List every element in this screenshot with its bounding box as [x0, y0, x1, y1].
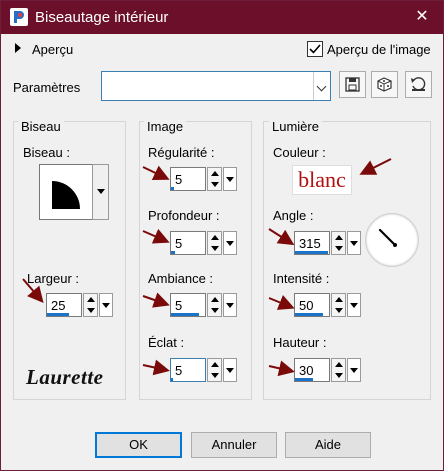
arrow-to-angle — [268, 228, 295, 246]
arrow-to-color — [359, 158, 392, 175]
cancel-button[interactable]: Annuler — [191, 432, 277, 458]
arrow-to-width — [22, 278, 44, 304]
ok-button[interactable]: OK — [95, 432, 182, 458]
arrow-to-intensity — [268, 295, 295, 310]
help-button[interactable]: Aide — [285, 432, 371, 458]
arrow-to-depth — [142, 228, 170, 244]
arrow-to-elevation — [268, 360, 295, 377]
arrow-to-shininess — [142, 359, 170, 376]
dialog-window: Biseautage intérieur ✕ Aperçu Aperçu de … — [0, 0, 444, 471]
arrow-to-ambience — [142, 292, 170, 308]
arrow-to-smoothness — [142, 165, 170, 181]
annotation-arrows — [22, 158, 392, 377]
